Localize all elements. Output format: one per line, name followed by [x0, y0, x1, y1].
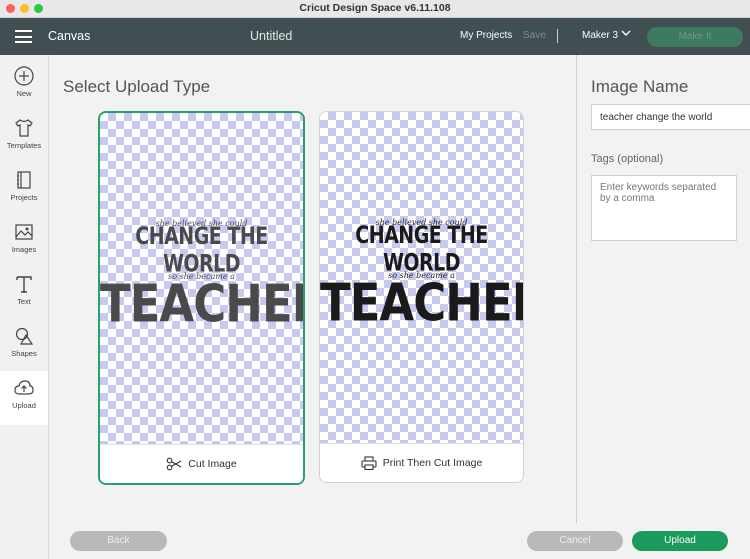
header-divider: [557, 29, 558, 43]
sidebar-item-new[interactable]: New: [0, 65, 48, 117]
artwork-preview: she believed she could CHANGE THE WORLD …: [100, 219, 303, 329]
app-header: Canvas Untitled My Projects Save Maker 3…: [0, 18, 750, 55]
artwork-line: CHANGE THE WORLD: [135, 222, 268, 278]
artwork-line: CHANGE THE WORLD: [355, 221, 488, 277]
print-then-cut-option[interactable]: Print Then Cut Image: [320, 443, 523, 482]
save-button[interactable]: Save: [523, 30, 546, 41]
chevron-down-icon[interactable]: [621, 28, 631, 38]
sidebar-item-templates[interactable]: Templates: [0, 117, 48, 169]
tags-heading: Tags (optional): [591, 153, 664, 165]
sidebar-item-label: New: [16, 89, 32, 98]
sidebar-item-label: Shapes: [11, 349, 37, 358]
scissors-icon: [166, 457, 182, 471]
cut-image-option[interactable]: Cut Image: [100, 444, 303, 483]
image-preview: she believed she could CHANGE THE WORLD …: [100, 113, 303, 444]
tags-field[interactable]: [591, 175, 737, 241]
left-toolbar: New Templates Projects Images Text Shape…: [0, 55, 49, 559]
window-title: Cricut Design Space v6.11.108: [299, 2, 451, 14]
sidebar-item-label: Projects: [10, 193, 38, 202]
cancel-button[interactable]: Cancel: [527, 531, 623, 551]
sidebar-item-label: Text: [17, 297, 31, 306]
sidebar-item-upload[interactable]: Upload: [0, 371, 48, 425]
make-it-button[interactable]: Make It: [647, 27, 743, 47]
print-then-cut-card[interactable]: she believed she could CHANGE THE WORLD …: [319, 111, 524, 483]
sidebar-item-text[interactable]: Text: [0, 273, 48, 325]
upload-type-panel: Select Upload Type she believed she coul…: [49, 55, 575, 523]
image-preview: she believed she could CHANGE THE WORLD …: [320, 112, 523, 443]
document-title[interactable]: Untitled: [250, 29, 292, 43]
notebook-icon: [17, 171, 31, 189]
printer-icon: [361, 456, 377, 470]
sidebar-item-images[interactable]: Images: [0, 221, 48, 273]
artwork-preview: she believed she could CHANGE THE WORLD …: [320, 218, 523, 328]
sidebar-item-label: Images: [11, 245, 37, 254]
image-details-panel: Image Name Tags (optional): [576, 55, 750, 523]
window-titlebar: Cricut Design Space v6.11.108: [0, 0, 750, 18]
cloud-upload-icon: [14, 380, 34, 395]
image-name-field[interactable]: [591, 104, 750, 130]
page-title: Select Upload Type: [63, 77, 211, 96]
footer-bar: Back Cancel Upload: [49, 523, 750, 559]
sidebar-item-label: Templates: [6, 141, 42, 150]
plus-circle-icon: [14, 66, 34, 86]
cut-image-card[interactable]: she believed she could CHANGE THE WORLD …: [98, 111, 305, 485]
menu-icon[interactable]: [15, 30, 32, 43]
shapes-icon: [15, 327, 34, 345]
sidebar-item-label: Upload: [12, 401, 36, 410]
machine-selector[interactable]: Maker 3: [582, 30, 618, 41]
card-label: Print Then Cut Image: [382, 457, 483, 469]
card-label: Cut Image: [188, 458, 237, 470]
artwork-line: TEACHER: [320, 272, 524, 333]
upload-button[interactable]: Upload: [632, 531, 728, 551]
text-icon: [16, 276, 32, 293]
image-name-heading: Image Name: [591, 77, 689, 96]
back-button[interactable]: Back: [70, 531, 167, 551]
sidebar-item-shapes[interactable]: Shapes: [0, 325, 48, 377]
artwork-line: TEACHER: [100, 273, 305, 334]
my-projects-link[interactable]: My Projects: [460, 30, 512, 41]
canvas-label: Canvas: [48, 29, 91, 43]
image-icon: [15, 224, 33, 240]
sidebar-item-projects[interactable]: Projects: [0, 169, 48, 221]
shirt-icon: [15, 119, 33, 137]
